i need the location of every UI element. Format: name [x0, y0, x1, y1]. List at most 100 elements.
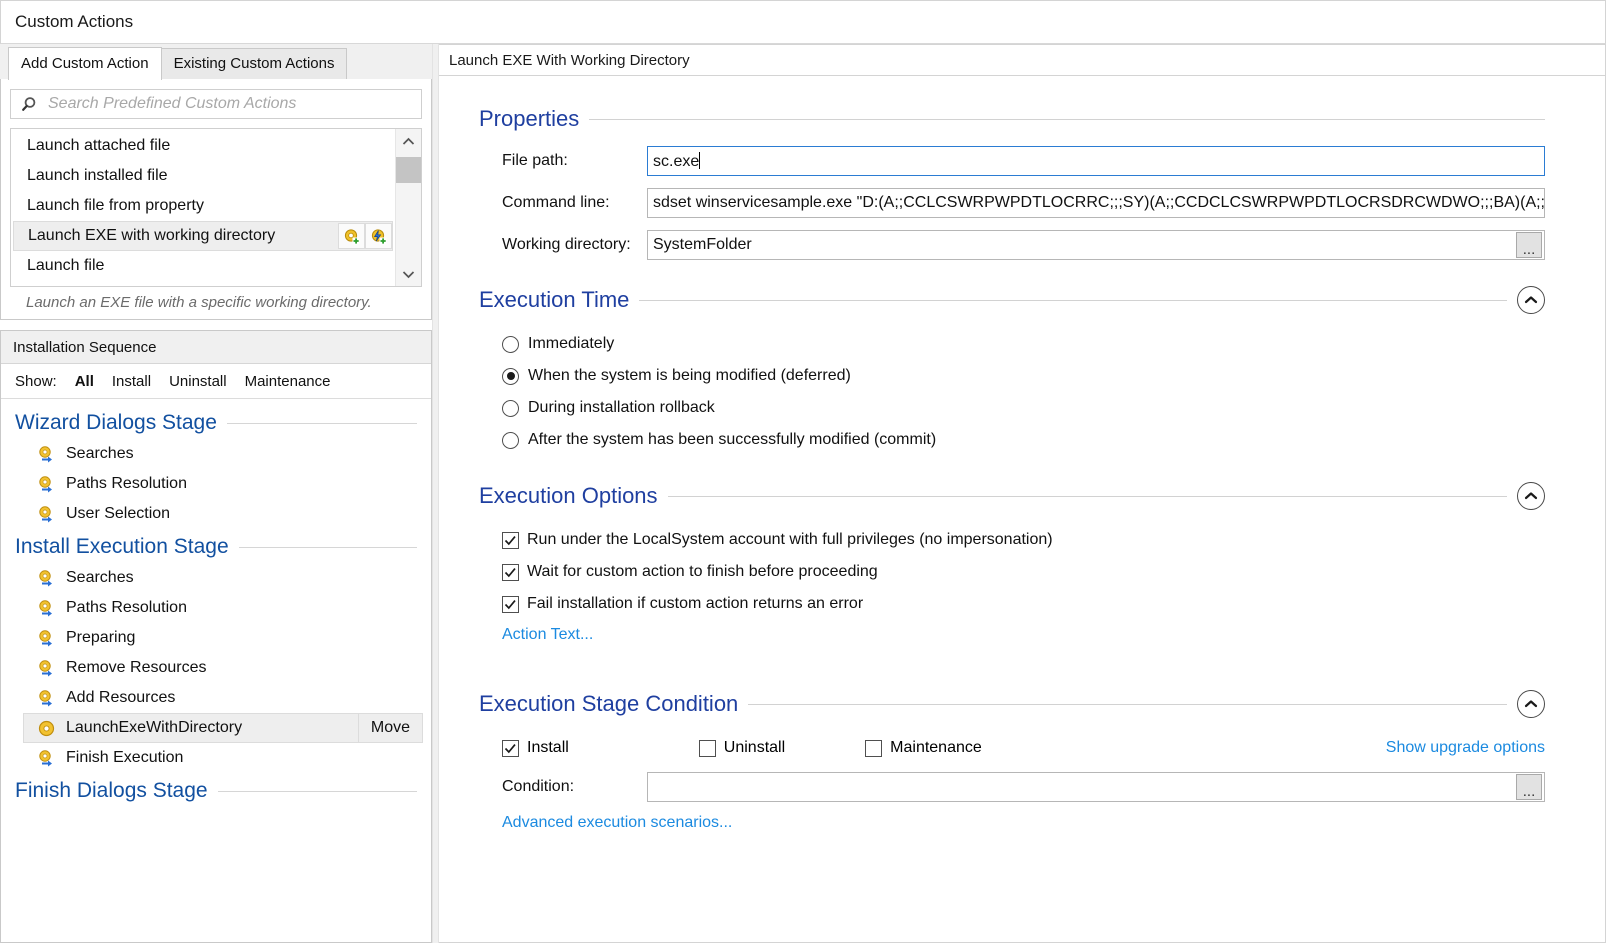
list-item[interactable]: Launch file: [11, 251, 395, 281]
radio-immediately[interactable]: Immediately: [479, 328, 1545, 360]
condition-row: Condition: ...: [479, 772, 1545, 802]
checkbox-localsystem[interactable]: Run under the LocalSystem account with f…: [479, 524, 1545, 556]
add-custom-action-page: Launch attached file Launch installed fi…: [0, 79, 432, 320]
sequence-item-remove-resources[interactable]: Remove Resources: [1, 653, 431, 683]
sequence-item-label: Paths Resolution: [66, 475, 431, 493]
sequence-item-paths-resolution-install[interactable]: Paths Resolution: [1, 593, 431, 623]
checkbox-install[interactable]: Install: [502, 739, 569, 757]
radio-button[interactable]: [502, 432, 519, 449]
file-path-label: File path:: [479, 152, 647, 170]
radio-label: During installation rollback: [528, 399, 715, 417]
sequence-item-preparing[interactable]: Preparing: [1, 623, 431, 653]
list-item-actions: [338, 223, 392, 249]
working-directory-value: SystemFolder: [648, 236, 1516, 254]
list-item[interactable]: Launch file from property: [11, 191, 395, 221]
list-item[interactable]: Launch attached file: [11, 131, 395, 161]
radio-button-selected[interactable]: [502, 368, 519, 385]
working-directory-input[interactable]: SystemFolder ...: [647, 230, 1545, 260]
group-title: Execution Stage Condition: [479, 691, 738, 717]
radio-button[interactable]: [502, 336, 519, 353]
condition-scope-row: Install Uninstall Maintenance: [479, 732, 1545, 764]
radio-rollback[interactable]: During installation rollback: [479, 392, 1545, 424]
checkbox-unchecked[interactable]: [699, 740, 716, 757]
checkbox-uninstall[interactable]: Uninstall: [699, 739, 785, 757]
checkbox-checked[interactable]: [502, 532, 519, 549]
scrollbar-thumb[interactable]: [396, 157, 421, 183]
list-item-label: Launch file from property: [27, 197, 395, 215]
move-button[interactable]: Move: [358, 714, 422, 742]
radio-button[interactable]: [502, 400, 519, 417]
chevron-up-icon[interactable]: [1517, 690, 1545, 718]
file-path-input[interactable]: sc.exe: [647, 146, 1545, 176]
add-lightning-gear-icon[interactable]: [365, 223, 392, 249]
condition-input[interactable]: ...: [647, 772, 1545, 802]
sequence-item-searches-wizard[interactable]: Searches: [1, 439, 431, 469]
filter-all[interactable]: All: [75, 373, 94, 390]
gear-arrow-icon: [37, 689, 56, 708]
sequence-item-user-selection-wizard[interactable]: User Selection: [1, 499, 431, 529]
working-directory-row: Working directory: SystemFolder ...: [479, 230, 1545, 260]
sequence-item-label: Preparing: [66, 629, 431, 647]
tab-existing-custom-actions[interactable]: Existing Custom Actions: [161, 48, 348, 79]
predefined-action-hint: Launch an EXE file with a specific worki…: [10, 287, 422, 313]
execution-stage-condition-group: Execution Stage Condition Install: [479, 690, 1545, 832]
show-upgrade-options-link[interactable]: Show upgrade options: [1386, 739, 1545, 757]
sequence-item-add-resources[interactable]: Add Resources: [1, 683, 431, 713]
checkbox-checked[interactable]: [502, 596, 519, 613]
checkbox-label: Fail installation if custom action retur…: [527, 595, 863, 613]
list-item-label: Launch installed file: [27, 167, 395, 185]
execution-options-group: Execution Options Run under the LocalSys…: [479, 482, 1545, 644]
sequence-item-finish-execution[interactable]: Finish Execution: [1, 743, 431, 773]
checkbox-fail-on-error[interactable]: Fail installation if custom action retur…: [479, 588, 1545, 620]
radio-label: After the system has been successfully m…: [528, 431, 936, 449]
search-box[interactable]: [10, 89, 422, 119]
action-text-link[interactable]: Action Text...: [502, 626, 593, 643]
gear-icon: [37, 719, 56, 738]
chevron-up-icon[interactable]: [1517, 286, 1545, 314]
advanced-execution-scenarios-link[interactable]: Advanced execution scenarios...: [502, 814, 732, 831]
checkbox-maintenance[interactable]: Maintenance: [865, 739, 982, 757]
condition-browse-button[interactable]: ...: [1516, 774, 1542, 800]
tab-existing-custom-actions-label: Existing Custom Actions: [174, 55, 335, 72]
file-path-row: File path: sc.exe: [479, 146, 1545, 176]
stage-header-wizard-dialogs: Wizard Dialogs Stage: [1, 405, 431, 439]
add-gear-icon[interactable]: [338, 223, 365, 249]
installation-sequence-panel: Installation Sequence Show: All Install …: [0, 330, 432, 943]
predefined-actions-items: Launch attached file Launch installed fi…: [11, 129, 395, 286]
scrollbar-track[interactable]: [396, 153, 421, 262]
radio-dot: [507, 372, 515, 380]
command-line-row: Command line: sdset winservicesample.exe…: [479, 188, 1545, 218]
search-input[interactable]: [46, 94, 415, 114]
chevron-up-icon[interactable]: [1517, 482, 1545, 510]
sequence-item-searches-install[interactable]: Searches: [1, 563, 431, 593]
sequence-item-paths-resolution-wizard[interactable]: Paths Resolution: [1, 469, 431, 499]
filter-maintenance[interactable]: Maintenance: [245, 373, 331, 390]
action-text-link-row: Action Text...: [479, 626, 1545, 644]
checkbox-checked[interactable]: [502, 564, 519, 581]
working-directory-browse-button[interactable]: ...: [1516, 232, 1542, 258]
checkbox-wait-for-finish[interactable]: Wait for custom action to finish before …: [479, 556, 1545, 588]
sequence-item-label: User Selection: [66, 505, 431, 523]
group-rule: [589, 119, 1545, 120]
tab-add-custom-action[interactable]: Add Custom Action: [8, 47, 162, 80]
scroll-up-icon[interactable]: [396, 129, 421, 153]
filter-uninstall[interactable]: Uninstall: [169, 373, 227, 390]
radio-commit[interactable]: After the system has been successfully m…: [479, 424, 1545, 456]
checkbox-checked[interactable]: [502, 740, 519, 757]
list-item[interactable]: Launch installed file: [11, 161, 395, 191]
scroll-down-icon[interactable]: [396, 262, 421, 286]
command-line-input[interactable]: sdset winservicesample.exe "D:(A;;CCLCSW…: [647, 188, 1545, 218]
radio-label: When the system is being modified (defer…: [528, 367, 851, 385]
filter-install[interactable]: Install: [112, 373, 151, 390]
predefined-list-scrollbar[interactable]: [395, 129, 421, 286]
tab-strip: Add Custom Action Existing Custom Action…: [0, 44, 432, 80]
list-item-selected[interactable]: Launch EXE with working directory: [13, 221, 393, 251]
radio-deferred[interactable]: When the system is being modified (defer…: [479, 360, 1545, 392]
show-label: Show:: [15, 373, 57, 390]
detail-panel: Launch EXE With Working Directory Proper…: [439, 44, 1606, 943]
checkbox-unchecked[interactable]: [865, 740, 882, 757]
execution-options-group-header: Execution Options: [479, 482, 1545, 510]
pane-splitter[interactable]: [432, 44, 439, 943]
main-split: Add Custom Action Existing Custom Action…: [0, 44, 1606, 943]
sequence-item-launch-exe-with-directory[interactable]: LaunchExeWithDirectory Move: [23, 713, 423, 743]
